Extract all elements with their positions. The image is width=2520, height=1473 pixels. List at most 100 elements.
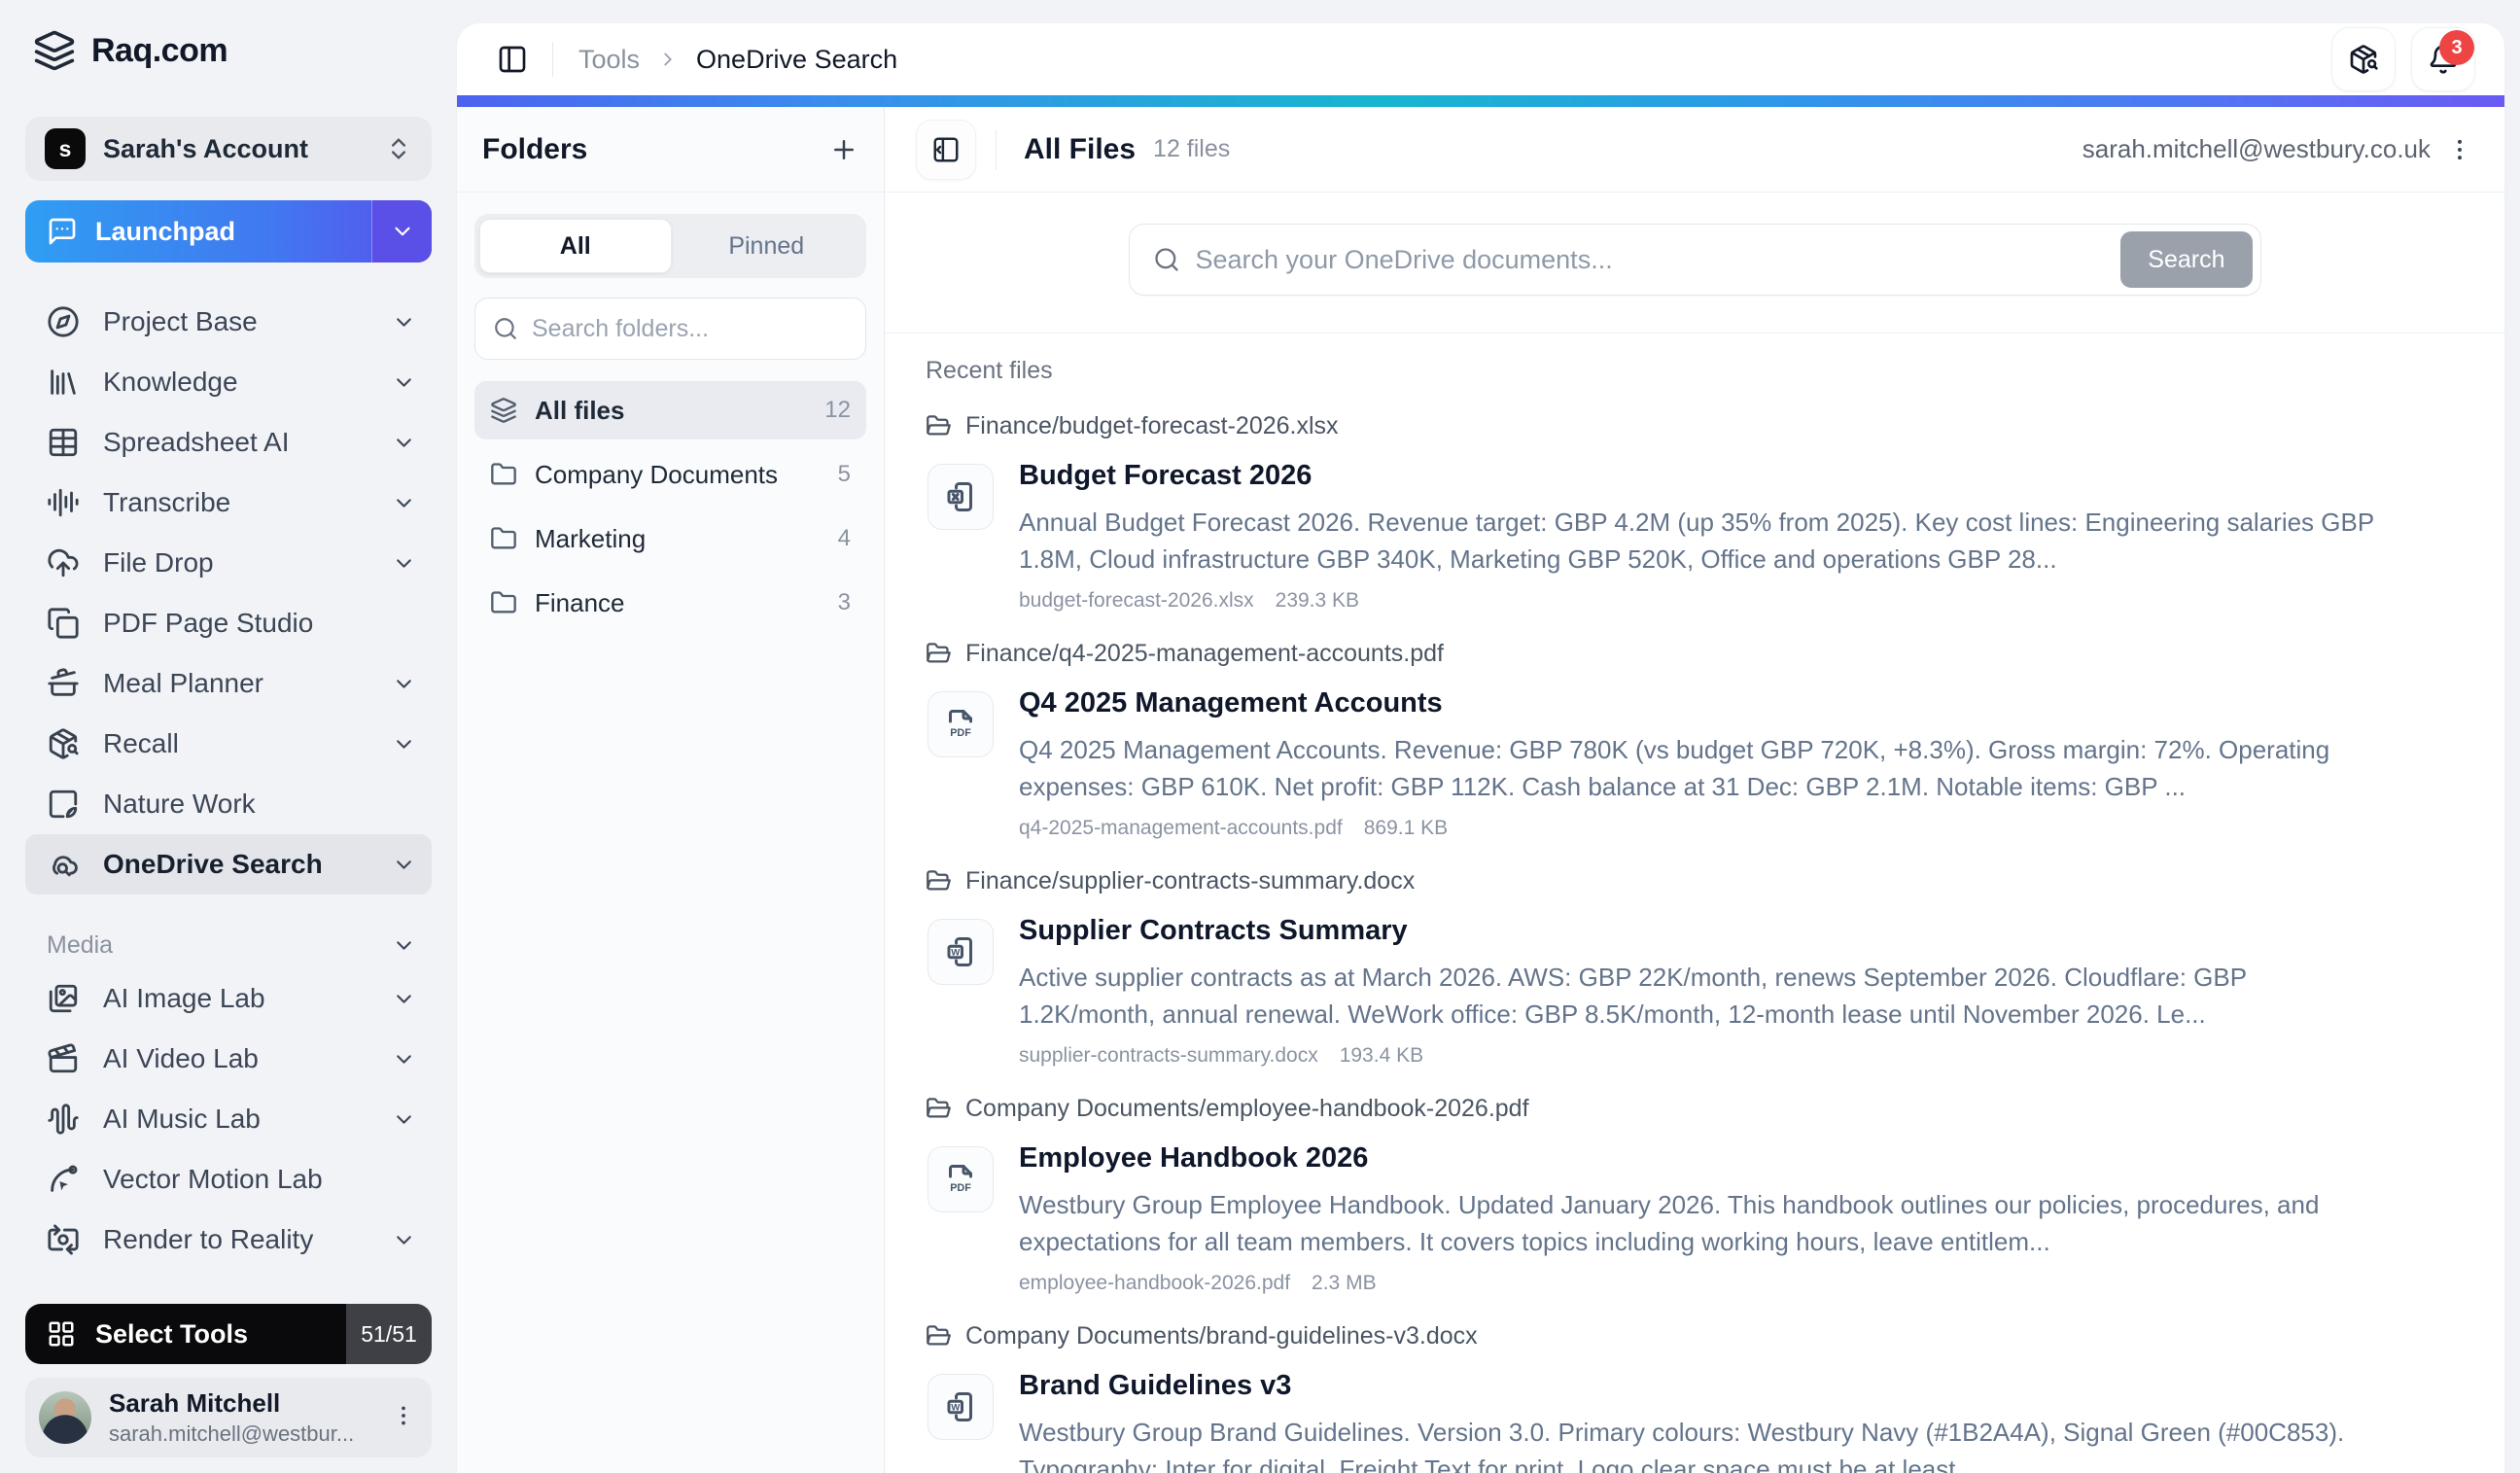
file-title[interactable]: Brand Guidelines v3 — [1019, 1370, 2464, 1402]
account-switcher[interactable]: s Sarah's Account — [25, 117, 432, 181]
sidebar-item-ai-video-lab[interactable]: AI Video Lab — [25, 1029, 432, 1089]
document-search-bar[interactable]: Search — [1129, 224, 2261, 296]
svg-text:W: W — [951, 947, 961, 958]
folder-item-all-files[interactable]: All files 12 — [474, 381, 866, 439]
user-name: Sarah Mitchell — [109, 1388, 373, 1419]
sidebar-item-vector-motion-lab[interactable]: Vector Motion Lab — [25, 1149, 432, 1210]
folder-search-input[interactable] — [532, 315, 848, 343]
sidebar-item-project-base[interactable]: Project Base — [25, 292, 432, 352]
file-size: 239.3 KB — [1276, 589, 1359, 613]
sidebar-item-label: OneDrive Search — [103, 849, 368, 880]
launchpad-expand-button[interactable] — [371, 200, 432, 263]
file-group: Company Documents/brand-guidelines-v3.do… — [926, 1322, 2464, 1473]
svg-text:PDF: PDF — [950, 1182, 971, 1194]
file-card[interactable]: Budget Forecast 2026 Annual Budget Forec… — [926, 460, 2464, 613]
user-menu-kebab-icon[interactable] — [391, 1403, 416, 1433]
file-filename: budget-forecast-2026.xlsx — [1019, 589, 1254, 613]
account-name: Sarah's Account — [103, 134, 368, 164]
file-title[interactable]: Supplier Contracts Summary — [1019, 915, 2464, 947]
breadcrumb: Tools OneDrive Search — [578, 45, 897, 75]
launchpad-main[interactable]: Launchpad — [25, 200, 371, 263]
cloud-upload-icon — [47, 546, 80, 579]
add-folder-button[interactable] — [829, 135, 858, 164]
folders-title: Folders — [482, 133, 587, 166]
folder-item-company-documents[interactable]: Company Documents 5 — [474, 445, 866, 504]
file-path: Finance/budget-forecast-2026.xlsx — [965, 412, 1339, 440]
layers-icon — [490, 397, 517, 424]
app-sidebar: Raq.com s Sarah's Account Launchpad Proj… — [0, 0, 457, 1473]
folder-label: All files — [535, 396, 807, 426]
file-card[interactable]: W Brand Guidelines v3 Westbury Group Bra… — [926, 1370, 2464, 1473]
files-menu-kebab-icon[interactable] — [2446, 136, 2473, 163]
sidebar-item-render-to-reality[interactable]: Render to Reality — [25, 1210, 432, 1270]
sidebar-item-file-drop[interactable]: File Drop — [25, 533, 432, 593]
cloud-search-icon — [47, 848, 80, 881]
file-path-row: Finance/supplier-contracts-summary.docx — [926, 867, 2464, 895]
file-path-row: Finance/budget-forecast-2026.xlsx — [926, 412, 2464, 440]
files-panel: All Files 12 files sarah.mitchell@westbu… — [885, 107, 2504, 1473]
file-title[interactable]: Employee Handbook 2026 — [1019, 1142, 2464, 1175]
file-title[interactable]: Q4 2025 Management Accounts — [1019, 687, 2464, 719]
header-actions: 3 — [2331, 27, 2475, 91]
sidebar-item-nature-work[interactable]: Nature Work — [25, 774, 432, 834]
sidebar-item-meal-planner[interactable]: Meal Planner — [25, 653, 432, 714]
notifications-button[interactable]: 3 — [2411, 27, 2475, 91]
sidebar-item-label: AI Image Lab — [103, 983, 368, 1014]
sidebar-toggle-button[interactable] — [486, 33, 539, 86]
folder-icon — [490, 461, 517, 488]
file-card[interactable]: PDF Employee Handbook 2026 Westbury Grou… — [926, 1142, 2464, 1295]
chevron-down-icon — [392, 310, 416, 334]
sidebar-item-spreadsheet-ai[interactable]: Spreadsheet AI — [25, 412, 432, 473]
sidebar-item-ai-music-lab[interactable]: AI Music Lab — [25, 1089, 432, 1149]
select-tools-main[interactable]: Select Tools — [25, 1304, 346, 1364]
tab-all[interactable]: All — [479, 219, 672, 273]
file-description: Westbury Group Brand Guidelines. Version… — [1019, 1414, 2380, 1473]
chevron-down-icon — [392, 1228, 416, 1252]
tab-pinned[interactable]: Pinned — [672, 219, 862, 273]
file-description: Active supplier contracts as at March 20… — [1019, 959, 2380, 1033]
docx-file-icon: W — [928, 1374, 994, 1440]
folder-count: 5 — [838, 461, 851, 488]
file-title[interactable]: Budget Forecast 2026 — [1019, 460, 2464, 492]
package-search-icon — [2348, 44, 2379, 75]
search-button[interactable]: Search — [2120, 231, 2252, 288]
file-path: Company Documents/brand-guidelines-v3.do… — [965, 1322, 1478, 1350]
file-filename: employee-handbook-2026.pdf — [1019, 1272, 1290, 1295]
sidebar-item-ai-image-lab[interactable]: AI Image Lab — [25, 968, 432, 1029]
chevron-down-icon — [392, 370, 416, 395]
launchpad-button[interactable]: Launchpad — [25, 200, 432, 263]
document-search-input[interactable] — [1196, 245, 2106, 275]
folder-search[interactable] — [474, 298, 866, 360]
files-header-divider — [996, 129, 997, 170]
file-card[interactable]: W Supplier Contracts Summary Active supp… — [926, 915, 2464, 1068]
sidebar-item-transcribe[interactable]: Transcribe — [25, 473, 432, 533]
clapperboard-icon — [47, 1042, 80, 1075]
sidebar-nav: Project Base Knowledge Spreadsheet AI Tr… — [25, 292, 432, 1270]
collapse-folders-button[interactable] — [916, 120, 976, 180]
sidebar-item-onedrive-search[interactable]: OneDrive Search — [25, 834, 432, 894]
chevrons-up-down-icon — [385, 135, 412, 162]
folder-item-marketing[interactable]: Marketing 4 — [474, 509, 866, 568]
file-group: Finance/q4-2025-management-accounts.pdf … — [926, 640, 2464, 840]
file-path-row: Finance/q4-2025-management-accounts.pdf — [926, 640, 2464, 668]
folder-count: 3 — [838, 589, 851, 616]
recent-files-label: Recent files — [926, 357, 2464, 385]
sidebar-item-knowledge[interactable]: Knowledge — [25, 352, 432, 412]
file-list: Recent files Finance/budget-forecast-202… — [885, 333, 2504, 1473]
file-description: Westbury Group Employee Handbook. Update… — [1019, 1186, 2380, 1260]
audio-waveform-icon — [47, 1103, 80, 1136]
file-group: Finance/supplier-contracts-summary.docx … — [926, 867, 2464, 1068]
package-search-button[interactable] — [2331, 27, 2396, 91]
breadcrumb-tools[interactable]: Tools — [578, 45, 640, 75]
sidebar-item-pdf-page-studio[interactable]: PDF Page Studio — [25, 593, 432, 653]
chevron-down-icon — [392, 732, 416, 756]
svg-text:PDF: PDF — [950, 727, 971, 739]
folder-item-finance[interactable]: Finance 3 — [474, 574, 866, 632]
file-card[interactable]: PDF Q4 2025 Management Accounts Q4 2025 … — [926, 687, 2464, 840]
chevron-down-icon — [392, 1107, 416, 1132]
select-tools-button[interactable]: Select Tools 51/51 — [25, 1304, 432, 1364]
sidebar-section-media[interactable]: Media — [25, 922, 432, 968]
user-profile-card[interactable]: Sarah Mitchell sarah.mitchell@westbur... — [25, 1378, 432, 1457]
sidebar-item-recall[interactable]: Recall — [25, 714, 432, 774]
pdf-file-icon: PDF — [928, 691, 994, 757]
